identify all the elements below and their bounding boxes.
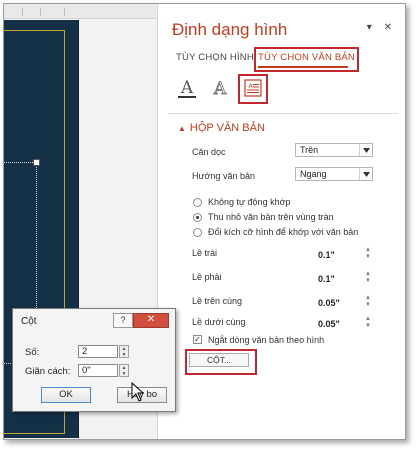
option-label: Đổi kích cỡ hình để khớp với văn bản (208, 227, 359, 237)
ok-button[interactable]: OK (41, 387, 91, 403)
svg-text:A: A (180, 78, 194, 98)
section-title: HỘP VĂN BẢN (189, 122, 265, 134)
collapse-icon: ▲ (178, 124, 186, 133)
radio-resize-shape[interactable] (193, 228, 202, 237)
spacing-input[interactable]: 0" (78, 364, 118, 377)
text-direction-dropdown[interactable]: Ngang (295, 167, 373, 181)
spinner-icon[interactable]: ▲ ▼ (119, 345, 129, 358)
resize-handle[interactable] (33, 159, 40, 166)
vertical-align-dropdown[interactable]: Trên (295, 143, 373, 157)
section-textbox[interactable]: ▲ HỘP VĂN BẢN (178, 122, 265, 134)
close-icon[interactable]: ✕ (133, 313, 169, 328)
pane-controls: ▾ ✕ (358, 22, 392, 33)
margin-label: Lề trên cùng (192, 296, 243, 306)
vertical-align-label: Căn dọc (192, 147, 226, 157)
svg-text:A: A (213, 79, 227, 99)
wrap-text-checkbox[interactable]: ✓ (193, 335, 202, 344)
spinner-icon[interactable]: ▲ ▼ (365, 316, 371, 330)
divider (168, 113, 398, 114)
tab-shape-options[interactable]: TÙY CHỌN HÌNH (176, 52, 254, 63)
columns-button[interactable]: CỘT... (189, 353, 249, 367)
textbox-icon[interactable]: A (242, 76, 264, 100)
option-label: Thu nhỏ văn bản trên vùng tràn (208, 212, 334, 222)
wrap-text-label: Ngắt dòng văn bản theo hình (208, 335, 325, 345)
margin-bottom-value[interactable]: 0.05" (318, 319, 340, 329)
spinner-icon[interactable]: ▲ ▼ (119, 364, 129, 377)
format-shape-pane: Định dạng hình ▾ ✕ TÙY CHỌN HÌNH TÙY CHỌ… (157, 4, 405, 439)
spinner-icon[interactable]: ▲ ▼ (365, 271, 371, 285)
columns-dialog: Cột ? ✕ Số: 2 ▲ ▼ Giãn cách: 0" ▲ ▼ OK Hủy… (12, 308, 176, 412)
margin-left-value[interactable]: 0.1" (318, 250, 335, 260)
radio-shrink-text[interactable] (193, 213, 202, 222)
text-effects-icon[interactable]: A (209, 76, 231, 100)
margin-label: Lề dưới cùng (192, 317, 246, 327)
spacing-label: Giãn cách: (25, 366, 71, 377)
dialog-title: Cột (21, 316, 37, 327)
margin-label: Lề trái (192, 248, 218, 258)
margin-top-value[interactable]: 0.05" (318, 298, 340, 308)
number-input[interactable]: 2 (78, 345, 118, 358)
vertical-align-value: Trên (300, 145, 319, 155)
mouse-cursor-icon (131, 382, 145, 402)
text-direction-label: Hướng văn bản (192, 171, 255, 181)
chevron-down-icon (359, 144, 372, 156)
ribbon-strip (4, 4, 156, 19)
close-icon[interactable]: ✕ (384, 22, 392, 33)
chevron-down-icon (359, 168, 372, 180)
margin-right-value[interactable]: 0.1" (318, 274, 335, 284)
help-icon[interactable]: ? (113, 313, 133, 328)
screenshot-frame: Định dạng hình ▾ ✕ TÙY CHỌN HÌNH TÙY CHỌ… (3, 3, 406, 440)
pane-menu-icon[interactable]: ▾ (367, 22, 372, 33)
radio-no-autofit[interactable] (193, 198, 202, 207)
spinner-icon[interactable]: ▲ ▼ (365, 247, 371, 261)
text-direction-value: Ngang (300, 169, 327, 179)
margin-label: Lề phải (192, 272, 222, 282)
pane-title: Định dạng hình (172, 20, 288, 39)
text-fill-outline-icon[interactable]: A (176, 76, 198, 100)
tab-text-options[interactable]: TÙY CHỌN VĂN BẢN (258, 52, 355, 63)
option-label: Không tự động khớp (208, 197, 291, 207)
number-label: Số: (25, 347, 40, 358)
spinner-icon[interactable]: ▲ ▼ (365, 295, 371, 309)
active-tab-indicator (258, 66, 348, 68)
